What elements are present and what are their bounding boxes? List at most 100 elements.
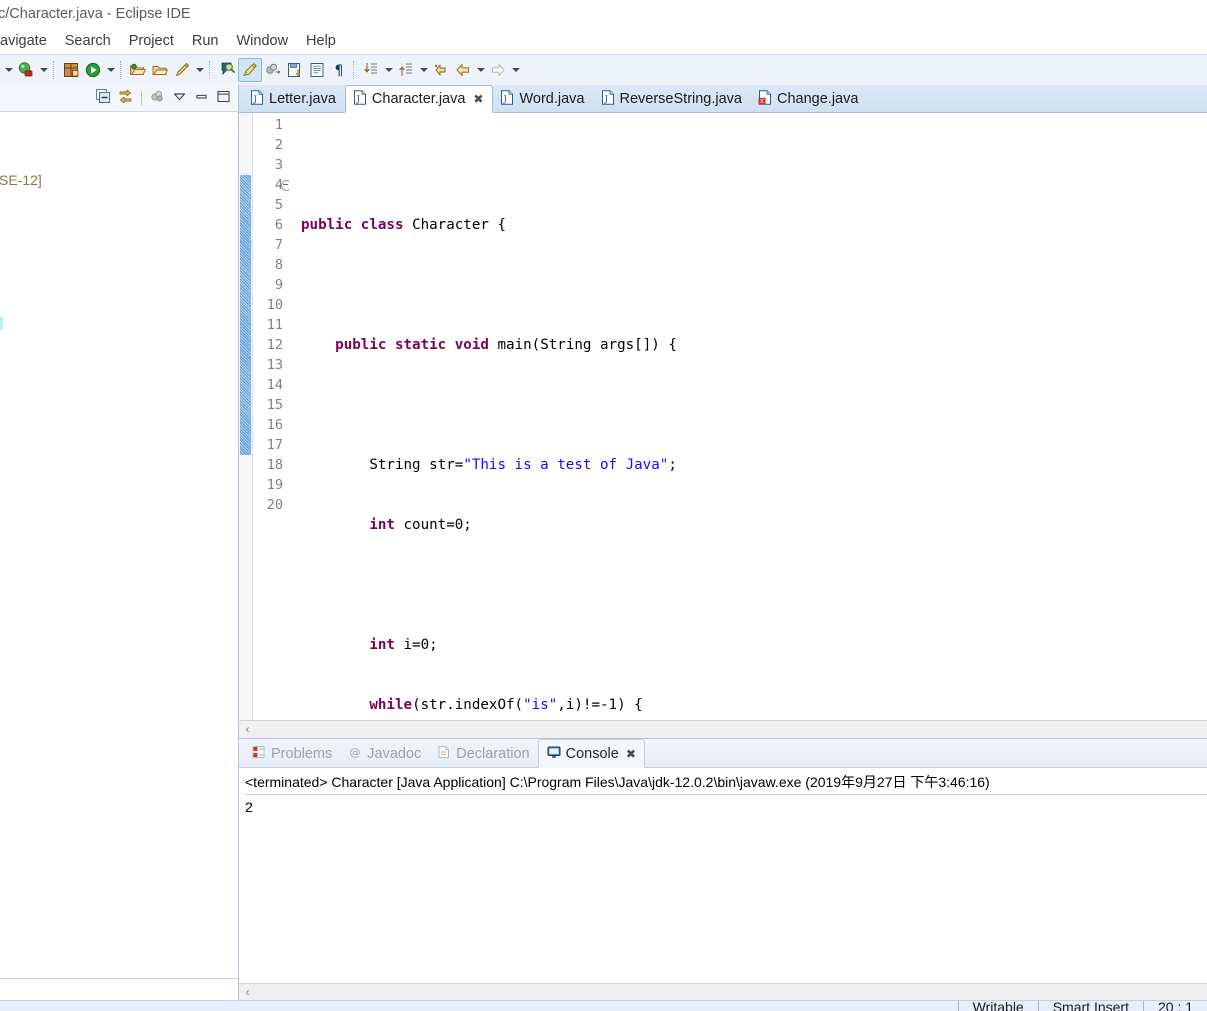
line-number: 11 <box>266 317 283 333</box>
tree-selection-indicator <box>0 317 3 330</box>
editor-tab-label: Letter.java <box>269 91 336 107</box>
close-icon[interactable]: ✖ <box>473 92 483 106</box>
menu-run[interactable]: Run <box>183 31 228 51</box>
menu-window[interactable]: Window <box>227 31 297 51</box>
java-file-icon: J <box>601 89 615 109</box>
next-annotation-dropdown-arrow[interactable] <box>382 59 395 81</box>
workbench: SE-12] J Letter.java J Character.java ✖ … <box>0 85 1207 1001</box>
back-icon[interactable] <box>452 59 474 81</box>
editor-tab-label: Change.java <box>777 91 859 107</box>
debug-dropdown-arrow[interactable] <box>37 59 50 81</box>
code-line: public class Character { <box>301 217 507 233</box>
editor-and-console-area: J Letter.java J Character.java ✖ J Word.… <box>239 85 1207 1001</box>
back-dropdown-arrow[interactable] <box>474 59 487 81</box>
status-writable: Writable <box>957 1001 1038 1011</box>
status-cursor-position: 20 : 1 <box>1142 1001 1207 1011</box>
editor-horizontal-scrollbar[interactable]: ‹ <box>239 720 1207 738</box>
line-number: 12 <box>266 337 283 353</box>
close-icon[interactable]: ✖ <box>626 747 636 761</box>
next-annotation-icon[interactable] <box>360 59 382 81</box>
highlight-icon[interactable] <box>238 58 262 82</box>
package-explorer-bottom-edge <box>0 978 238 1001</box>
menu-navigate[interactable]: avigate <box>0 31 56 51</box>
edit-icon[interactable] <box>171 59 193 81</box>
link-with-editor-icon[interactable] <box>117 88 134 108</box>
menu-bar: avigate Search Project Run Window Help <box>0 28 1207 54</box>
tree-item-jre-library[interactable]: SE-12] <box>0 172 42 188</box>
line-number: 3 <box>274 157 283 173</box>
view-menu-icon[interactable] <box>171 88 188 108</box>
tab-console[interactable]: Console ✖ <box>537 739 645 768</box>
code-editor[interactable]: 1 2 3 4 5 6 7 8 9 10 11 12 13 14 15 16 1… <box>239 113 1207 720</box>
package-explorer-toolbar <box>0 85 238 112</box>
java-file-icon: J <box>500 89 514 109</box>
folding-ruler[interactable] <box>289 113 301 720</box>
last-edit-location-icon[interactable] <box>430 59 452 81</box>
collapse-all-icon[interactable] <box>95 88 112 108</box>
java-file-icon: J <box>250 89 264 109</box>
svg-text:@: @ <box>350 746 361 759</box>
open-type-icon[interactable] <box>127 59 149 81</box>
open-task-icon[interactable] <box>149 59 171 81</box>
editor-tab-label: Word.java <box>519 91 585 107</box>
new-java-package-icon[interactable] <box>60 59 82 81</box>
line-number-ruler: 1 2 3 4 5 6 7 8 9 10 11 12 13 14 15 16 1… <box>253 113 292 720</box>
line-number: 13 <box>266 357 283 373</box>
bottom-view-tab-bar: Problems @ Javadoc Declaration Console ✖ <box>239 739 1207 768</box>
show-whitespace-icon[interactable]: ¶ <box>328 59 350 81</box>
console-output[interactable]: <terminated> Character [Java Application… <box>239 768 1207 983</box>
edit-dropdown-arrow[interactable] <box>193 59 206 81</box>
menu-search[interactable]: Search <box>56 31 120 51</box>
code-text[interactable]: public class Character { public static v… <box>301 113 1207 720</box>
forward-dropdown-arrow[interactable] <box>509 59 522 81</box>
tab-declaration[interactable]: Declaration <box>429 740 537 767</box>
title-bar: c/Character.java - Eclipse IDE <box>0 0 1207 28</box>
editor-tab-change[interactable]: x Change.java <box>751 86 867 112</box>
run-dropdown-arrow[interactable] <box>104 59 117 81</box>
debug-icon[interactable] <box>15 59 37 81</box>
previous-annotation-dropdown-arrow[interactable] <box>417 59 430 81</box>
line-number: 15 <box>266 397 283 413</box>
line-number: 2 <box>274 137 283 153</box>
forward-icon[interactable] <box>487 59 509 81</box>
run-icon[interactable] <box>82 59 104 81</box>
save-all-icon[interactable] <box>284 59 306 81</box>
annotation-ruler[interactable] <box>239 113 253 720</box>
editor-tab-label: ReverseString.java <box>619 91 743 107</box>
menu-help[interactable]: Help <box>297 31 345 51</box>
console-horizontal-scrollbar[interactable]: ‹ <box>239 983 1207 1001</box>
package-explorer-tree[interactable]: SE-12] <box>0 112 238 978</box>
view-filter-icon[interactable] <box>149 88 166 108</box>
code-line: int i=0; <box>369 637 438 653</box>
minimize-view-icon[interactable] <box>193 88 210 108</box>
new-wizard-dropdown-arrow[interactable] <box>2 59 15 81</box>
separator-2 <box>120 61 124 79</box>
scroll-left-icon[interactable]: ‹ <box>239 984 256 1001</box>
line-number: 20 <box>266 497 283 513</box>
separator-4 <box>353 61 357 79</box>
search-icon[interactable] <box>216 59 238 81</box>
console-launch-header: <terminated> Character [Java Application… <box>245 772 1207 795</box>
previous-annotation-icon[interactable] <box>395 59 417 81</box>
maximize-view-icon[interactable] <box>215 88 232 108</box>
scroll-left-icon[interactable]: ‹ <box>239 721 256 738</box>
line-number: 10 <box>266 297 283 313</box>
java-file-icon: J <box>353 89 367 109</box>
editor-tab-letter[interactable]: J Letter.java <box>243 86 345 112</box>
tab-javadoc[interactable]: @ Javadoc <box>340 740 429 767</box>
separator-1 <box>53 61 57 79</box>
svg-text:x: x <box>760 97 764 105</box>
editor-tab-reversestring[interactable]: J ReverseString.java <box>594 86 752 112</box>
skip-breakpoints-icon[interactable] <box>262 59 284 81</box>
editor-tab-word[interactable]: J Word.java <box>493 86 593 112</box>
editor-tab-label: Character.java <box>371 91 466 107</box>
console-output-value: 2 <box>245 799 253 815</box>
separator-3 <box>209 61 213 79</box>
tab-problems[interactable]: Problems <box>244 740 340 767</box>
menu-project[interactable]: Project <box>120 31 183 51</box>
editor-tab-character[interactable]: J Character.java ✖ <box>344 85 494 113</box>
toggle-block-selection-icon[interactable] <box>306 59 328 81</box>
java-file-error-icon: x <box>758 89 772 109</box>
